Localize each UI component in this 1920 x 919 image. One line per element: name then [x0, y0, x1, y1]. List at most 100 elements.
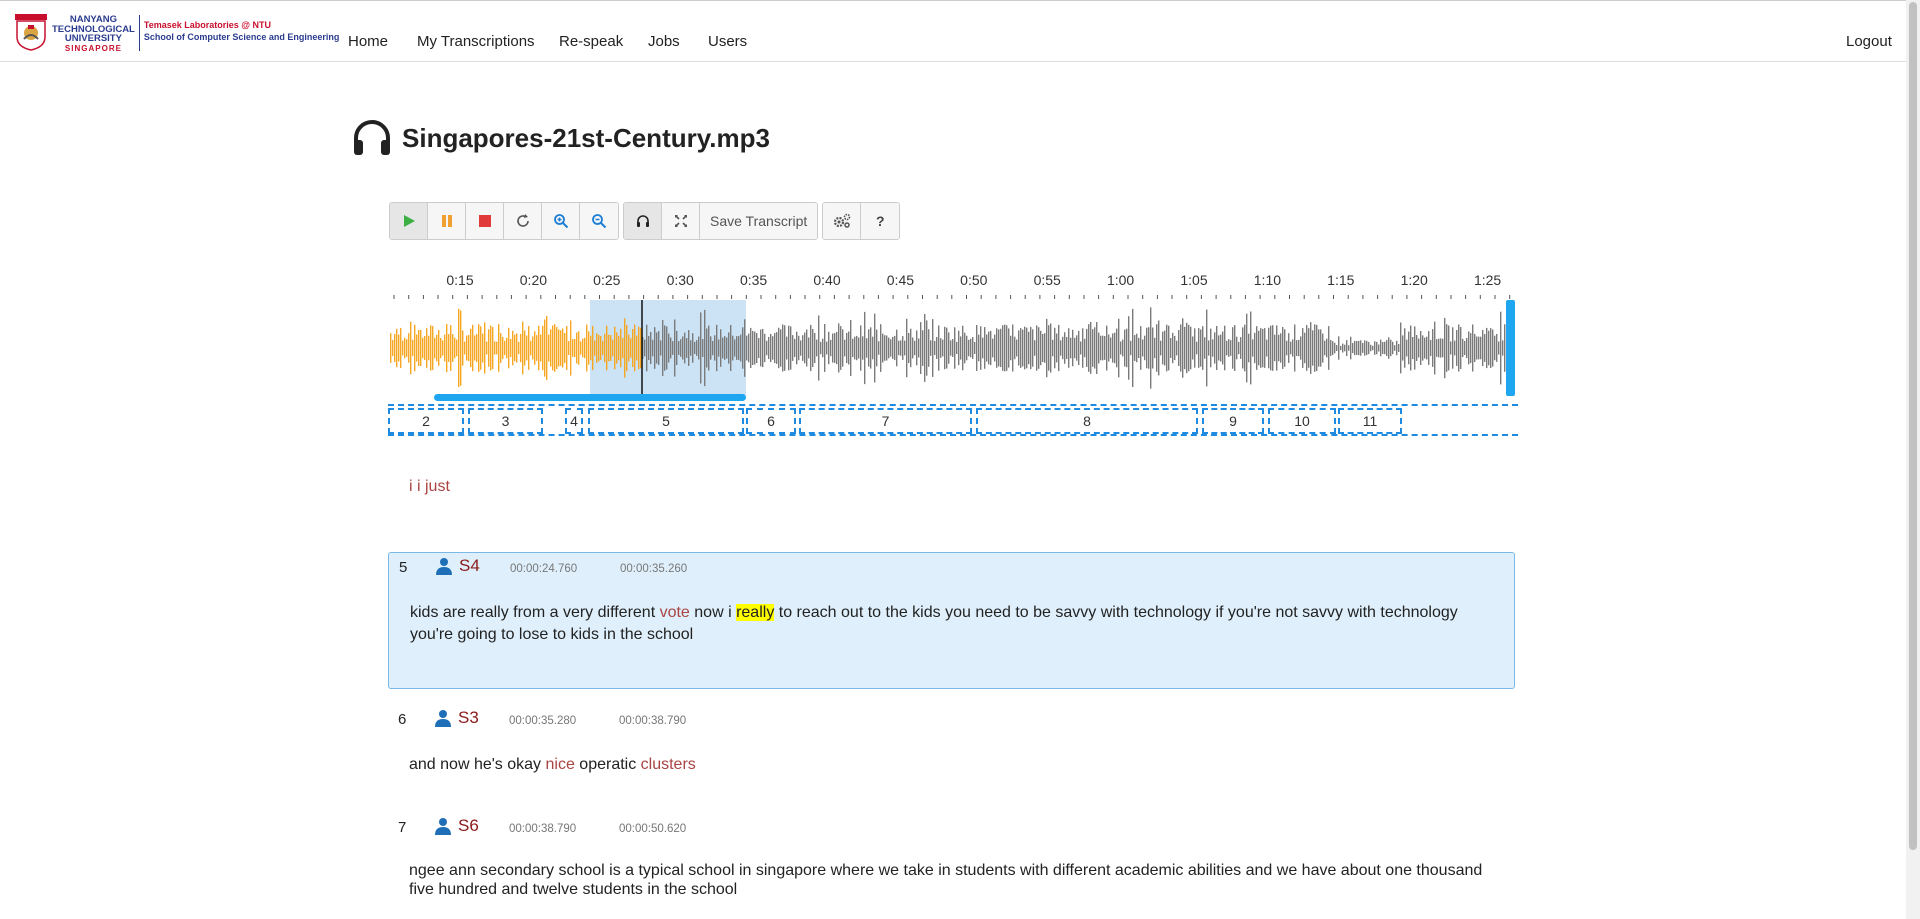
replay-button[interactable]: [504, 203, 542, 239]
headphones-button[interactable]: [624, 203, 662, 239]
waveform-bar: [440, 338, 442, 359]
speaker-label[interactable]: S6: [434, 816, 479, 836]
waveform-bar: [1392, 341, 1394, 355]
waveform-bar: [596, 333, 598, 363]
waveform-bar: [1404, 328, 1406, 368]
waveform-end-handle[interactable]: [1506, 300, 1515, 396]
scrollbar-thumb[interactable]: [1909, 2, 1917, 850]
help-button[interactable]: ?: [861, 203, 900, 239]
waveform-bar: [836, 331, 838, 365]
segment-end-time[interactable]: 00:00:50.620: [619, 823, 686, 835]
waveform-bar: [976, 325, 978, 371]
waveform-bar: [982, 337, 984, 359]
waveform-bar: [828, 331, 830, 365]
waveform-bar: [1092, 329, 1094, 367]
waveform-bar: [554, 324, 556, 372]
speaker-label[interactable]: S3: [434, 708, 479, 728]
waveform-bar: [1150, 307, 1152, 389]
pause-button[interactable]: [428, 203, 466, 239]
waveform-bar: [1054, 327, 1056, 369]
segment-text[interactable]: ngee ann secondary school is a typical s…: [409, 861, 1489, 899]
speaker-label[interactable]: S4: [435, 556, 480, 576]
segment-row[interactable]: 7 S6 00:00:38.790 00:00:50.620 ngee ann …: [388, 813, 1515, 913]
waveform-bar: [718, 339, 720, 357]
waveform-bar: [1146, 327, 1148, 369]
segment-row[interactable]: 5 S4 00:00:24.760 00:00:35.260 kids are …: [388, 552, 1515, 689]
waveform-bar: [746, 335, 748, 361]
waveform-bar: [740, 334, 742, 362]
nav-users[interactable]: Users: [708, 33, 747, 50]
stop-button[interactable]: [466, 203, 504, 239]
waveform-bar: [506, 337, 508, 359]
segment-end-time[interactable]: 00:00:35.260: [620, 563, 687, 575]
waveform-bar: [762, 328, 764, 368]
segment-end-time[interactable]: 00:00:38.790: [619, 715, 686, 727]
waveform-bar: [1500, 311, 1502, 385]
waveform-bar: [566, 326, 568, 370]
region-4[interactable]: 4: [565, 408, 583, 434]
waveform-bar: [1218, 335, 1220, 361]
waveform-bar: [822, 338, 824, 358]
region-top-border: [388, 404, 1518, 406]
region-5[interactable]: 5: [588, 408, 744, 434]
waveform-bar: [674, 319, 676, 377]
region-6[interactable]: 6: [746, 408, 796, 434]
waveform[interactable]: [390, 300, 1515, 401]
waveform-bar: [528, 326, 530, 370]
settings-button[interactable]: [823, 203, 862, 239]
waveform-bar: [1216, 326, 1218, 370]
waveform-bar: [626, 325, 628, 372]
waveform-bar: [930, 340, 932, 356]
region-3[interactable]: 3: [468, 408, 543, 434]
waveform-bar: [684, 332, 686, 364]
nav-re-speak[interactable]: Re-speak: [559, 33, 623, 50]
waveform-bar: [492, 327, 494, 369]
highlighted-word: really: [736, 604, 775, 621]
nav-jobs[interactable]: Jobs: [648, 33, 680, 50]
minimap-scrollbar[interactable]: [434, 394, 746, 401]
zoom-in-button[interactable]: [542, 203, 580, 239]
logout-link[interactable]: Logout: [1846, 33, 1892, 50]
segment-4-text[interactable]: i i just: [409, 478, 450, 496]
segment-start-time[interactable]: 00:00:24.760: [510, 563, 577, 575]
nav-my-transcriptions[interactable]: My Transcriptions: [417, 33, 535, 50]
waveform-bar: [958, 330, 960, 366]
region-10[interactable]: 10: [1268, 408, 1336, 434]
waveform-bar: [938, 325, 940, 371]
waveform-bar: [712, 340, 714, 356]
waveform-bar: [1388, 337, 1390, 359]
region-2[interactable]: 2: [388, 408, 464, 434]
region-7[interactable]: 7: [799, 408, 972, 434]
waveform-bar: [738, 336, 740, 360]
waveform-bar: [928, 329, 930, 367]
segment-text[interactable]: kids are really from a very different vo…: [410, 602, 1490, 646]
segment-start-time[interactable]: 00:00:38.790: [509, 823, 576, 835]
zoom-out-button[interactable]: [580, 203, 618, 239]
waveform-bar: [1270, 325, 1272, 371]
waveform-bar: [498, 324, 500, 372]
waveform-bar: [936, 337, 938, 359]
save-transcript-button[interactable]: Save Transcript: [700, 203, 818, 239]
waveform-bar: [448, 334, 450, 362]
ntu-logo[interactable]: NANYANG TECHNOLOGICAL UNIVERSITY SINGAPO…: [14, 13, 339, 53]
waveform-bar: [398, 334, 400, 362]
play-button[interactable]: [390, 203, 428, 239]
waveform-bar: [890, 339, 892, 357]
region-11[interactable]: 11: [1338, 408, 1402, 434]
waveform-bar: [1418, 338, 1420, 358]
nav-home[interactable]: Home: [348, 33, 388, 50]
waveform-bar: [1152, 327, 1154, 369]
fullscreen-button[interactable]: [662, 203, 700, 239]
region-9[interactable]: 9: [1202, 408, 1264, 434]
segment-row[interactable]: 6 S3 00:00:35.280 00:00:38.790 and now h…: [388, 705, 1515, 785]
page-scrollbar[interactable]: [1906, 0, 1920, 919]
waveform-bar: [944, 326, 946, 370]
waveform-bar: [652, 339, 654, 357]
segment-text[interactable]: and now he's okay nice operatic clusters: [409, 754, 1489, 776]
waveform-bar: [796, 331, 798, 365]
waveform-bar: [1494, 335, 1496, 361]
region-8[interactable]: 8: [976, 408, 1198, 434]
waveform-bar: [576, 332, 578, 364]
segment-start-time[interactable]: 00:00:35.280: [509, 715, 576, 727]
waveform-bar: [1292, 339, 1294, 357]
